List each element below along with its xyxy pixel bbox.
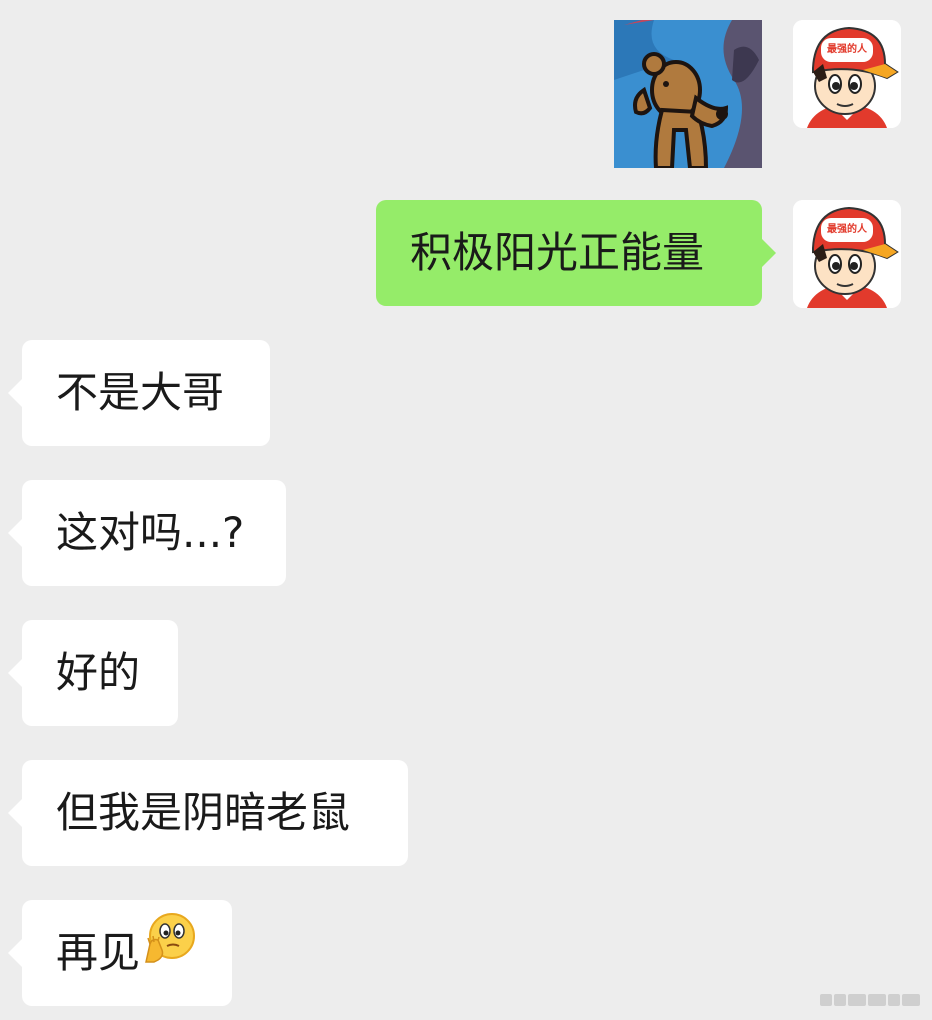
other-message-text: 再见 (56, 928, 141, 977)
other-message-text: 这对吗...? (56, 508, 245, 557)
cartoon-bear-sticker-icon (614, 20, 762, 168)
thinking-face-emoji-icon (142, 899, 198, 1005)
other-message-text: 好的 (56, 648, 141, 697)
watermark (820, 994, 920, 1006)
other-message-bubble[interactable]: 好的 (8, 620, 178, 726)
my-message-text: 积极阳光正能量 (410, 228, 705, 277)
other-message-bubble[interactable]: 再见 (8, 899, 232, 1006)
other-message-bubble[interactable]: 这对吗...? (8, 480, 286, 586)
other-message-text: 不是大哥 (56, 368, 225, 417)
red-cap-boy-avatar-icon (793, 200, 901, 308)
other-message-text: 但我是阴暗老鼠 (56, 788, 351, 837)
red-cap-boy-avatar-icon (793, 20, 901, 128)
cap-text: 最强的人 (827, 44, 867, 55)
other-message-bubble[interactable]: 但我是阴暗老鼠 (8, 760, 408, 866)
chat-window: 最强的人 积极阳光正能量 最强的人 不是大哥 这对吗...? 好的 但我是阴暗老… (0, 0, 932, 1020)
other-message-bubble[interactable]: 不是大哥 (8, 340, 270, 446)
my-avatar[interactable]: 最强的人 (793, 20, 901, 128)
sticker-message[interactable] (614, 20, 762, 168)
my-avatar-2[interactable]: 最强的人 (793, 200, 901, 308)
cap-text: 最强的人 (827, 224, 867, 235)
my-message-bubble[interactable]: 积极阳光正能量 (376, 200, 776, 306)
